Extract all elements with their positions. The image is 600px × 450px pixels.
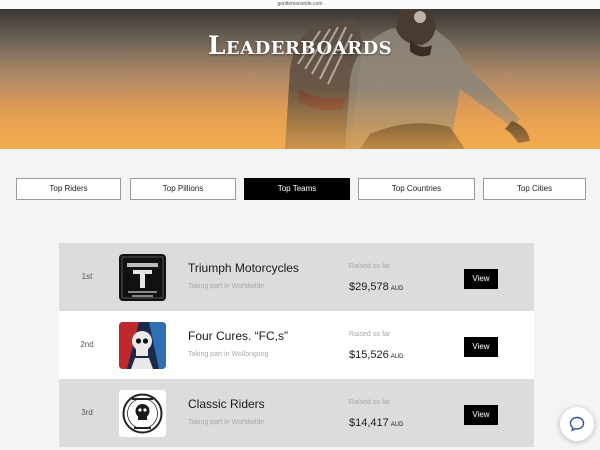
raised-label: Raised so far	[349, 331, 391, 338]
amount-value: $14,417	[349, 417, 389, 429]
table-row: 1st Triumph Motorcycles Taking part in W…	[59, 243, 534, 311]
raised-amount: $14,417 AUD	[349, 417, 403, 429]
hero-sunset-glow	[0, 89, 600, 149]
url-bar[interactable]: gentlemansride.com	[0, 0, 600, 9]
team-location: Taking part in Worldwide	[188, 283, 265, 290]
triumph-logo-icon[interactable]	[119, 254, 166, 301]
raised-label: Raised so far	[349, 399, 391, 406]
amount-value: $15,526	[349, 349, 389, 361]
currency-label: AUD	[390, 422, 404, 428]
page-title: Leaderboards	[207, 31, 393, 60]
currency-label: AUD	[390, 354, 404, 360]
classic-riders-logo-icon[interactable]	[119, 390, 166, 437]
currency-label: AUD	[390, 286, 404, 292]
raised-amount: $29,578 AUD	[349, 281, 403, 293]
team-name[interactable]: Classic Riders	[188, 397, 265, 411]
table-row: 2nd Four Cures. “FC,s” Taking part in Wo…	[59, 311, 534, 379]
amount-value: $29,578	[349, 281, 389, 293]
raised-amount: $15,526 AUD	[349, 349, 403, 361]
team-leaderboard: 1st Triumph Motorcycles Taking part in W…	[59, 243, 534, 447]
view-button[interactable]: View	[464, 337, 498, 357]
tab-top-pillions[interactable]: Top Pillions	[130, 178, 236, 200]
url-text: gentlemansride.com	[277, 1, 323, 7]
team-name[interactable]: Triumph Motorcycles	[188, 261, 299, 275]
table-row: 3rd Classic Riders Taking part in Worldw…	[59, 379, 534, 447]
rank-label: 3rd	[81, 408, 93, 417]
tab-top-teams[interactable]: Top Teams	[244, 178, 350, 200]
chat-button[interactable]	[560, 407, 594, 441]
view-button[interactable]: View	[464, 405, 498, 425]
view-button[interactable]: View	[464, 269, 498, 289]
team-name[interactable]: Four Cures. “FC,s”	[188, 329, 288, 343]
rank-label: 2nd	[80, 340, 94, 349]
team-location: Taking part in Wollongong	[188, 351, 269, 358]
leaderboard-tabs: Top Riders Top Pillions Top Teams Top Co…	[16, 178, 586, 200]
raised-label: Raised so far	[349, 263, 391, 270]
tab-top-cities[interactable]: Top Cities	[483, 178, 586, 200]
team-location: Taking part in Worldwide	[188, 419, 265, 426]
chat-bubble-icon	[569, 416, 585, 432]
skull-logo-icon[interactable]	[119, 322, 166, 369]
tab-top-countries[interactable]: Top Countries	[358, 178, 475, 200]
tab-top-riders[interactable]: Top Riders	[16, 178, 121, 200]
rank-label: 1st	[81, 272, 93, 281]
hero-banner: Leaderboards	[0, 9, 600, 149]
leaderboards-page: gentlemansride.com Leaderboards Top Ride	[0, 0, 600, 450]
